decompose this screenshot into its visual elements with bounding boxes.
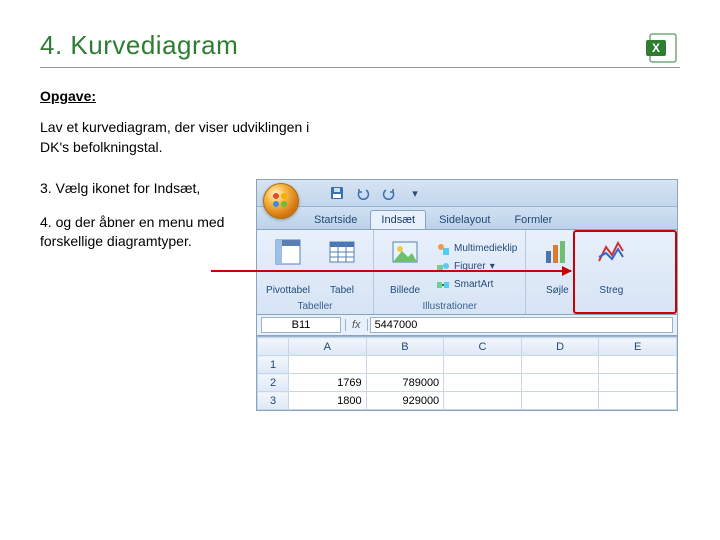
excel-logo-icon: X — [644, 30, 680, 66]
column-chart-label: Søjle — [546, 285, 569, 297]
step-3-text: 3. Vælg ikonet for Indsæt, — [40, 179, 240, 199]
undo-icon[interactable] — [355, 185, 371, 201]
line-chart-button[interactable]: Streg — [586, 234, 636, 299]
tab-insert[interactable]: Indsæt — [370, 210, 426, 229]
fx-label[interactable]: fx — [345, 319, 368, 331]
tab-formulas[interactable]: Formler — [503, 210, 563, 229]
quick-access-toolbar: ▾ — [257, 180, 677, 207]
tab-pagelayout[interactable]: Sidelayout — [428, 210, 501, 229]
row-header[interactable]: 2 — [258, 374, 289, 392]
cell[interactable] — [599, 392, 677, 410]
ribbon-tabs: Startside Indsæt Sidelayout Formler — [257, 207, 677, 230]
select-all-corner[interactable] — [258, 338, 289, 356]
col-header[interactable]: E — [599, 338, 677, 356]
line-chart-label: Streg — [599, 285, 623, 297]
save-icon[interactable] — [329, 185, 345, 201]
step-4-text: 4. og der åbner en menu med forskellige … — [40, 213, 240, 252]
smartart-button[interactable]: SmartArt — [434, 277, 519, 293]
cell[interactable] — [521, 356, 599, 374]
cell[interactable] — [366, 356, 444, 374]
cell[interactable] — [599, 356, 677, 374]
group-charts-label — [532, 299, 636, 312]
cell[interactable] — [444, 374, 522, 392]
table-button[interactable]: Tabel — [317, 234, 367, 299]
ribbon: Pivottabel Tabel Tabeller — [257, 230, 677, 315]
col-header[interactable]: B — [366, 338, 444, 356]
group-tables-label: Tabeller — [263, 299, 367, 312]
column-chart-icon — [541, 236, 573, 268]
svg-text:X: X — [652, 41, 660, 55]
pivottable-icon — [272, 236, 304, 268]
redo-icon[interactable] — [381, 185, 397, 201]
table-icon — [326, 236, 358, 268]
cell[interactable]: 1800 — [289, 392, 367, 410]
table-label: Tabel — [330, 285, 354, 297]
smartart-icon — [436, 278, 450, 292]
cell[interactable] — [599, 374, 677, 392]
excel-screenshot: ▾ Startside Indsæt Sidelayout Formler Pi… — [256, 179, 678, 411]
subheading: Opgave: — [40, 88, 680, 104]
qat-dropdown-icon[interactable]: ▾ — [407, 185, 423, 201]
line-chart-icon — [595, 236, 627, 268]
cell[interactable] — [289, 356, 367, 374]
cell[interactable]: 789000 — [366, 374, 444, 392]
formula-bar: B11 fx 5447000 — [257, 315, 677, 336]
clipart-icon — [436, 242, 450, 256]
cell[interactable]: 1769 — [289, 374, 367, 392]
smartart-label: SmartArt — [454, 279, 493, 290]
clipart-label: Multimedieklip — [454, 243, 517, 254]
col-header[interactable]: A — [289, 338, 367, 356]
formula-input[interactable]: 5447000 — [370, 317, 673, 333]
task-text: Lav et kurvediagram, der viser udvikling… — [40, 118, 340, 157]
row-header[interactable]: 1 — [258, 356, 289, 374]
shapes-button[interactable]: Figurer ▾ — [434, 259, 519, 275]
cell[interactable]: 929000 — [366, 392, 444, 410]
picture-label: Billede — [390, 285, 420, 297]
picture-button[interactable]: Billede — [380, 234, 430, 299]
cell[interactable] — [521, 392, 599, 410]
picture-icon — [389, 236, 421, 268]
row-header[interactable]: 3 — [258, 392, 289, 410]
callout-arrow — [211, 270, 571, 272]
cell[interactable] — [521, 374, 599, 392]
pivottable-button[interactable]: Pivottabel — [263, 234, 313, 299]
worksheet-grid[interactable]: A B C D E 1 2 — [257, 336, 677, 410]
col-header[interactable]: C — [444, 338, 522, 356]
cell[interactable] — [444, 392, 522, 410]
cell[interactable] — [444, 356, 522, 374]
pivottable-label: Pivottabel — [266, 285, 310, 297]
name-box[interactable]: B11 — [261, 317, 341, 333]
slide-title: 4. Kurvediagram — [40, 30, 680, 61]
group-illustrations-label: Illustrationer — [380, 299, 519, 312]
office-button[interactable] — [263, 183, 299, 219]
tab-home[interactable]: Startside — [303, 210, 368, 229]
title-divider — [40, 67, 680, 68]
clipart-button[interactable]: Multimedieklip — [434, 241, 519, 257]
column-chart-button[interactable]: Søjle — [532, 234, 582, 299]
col-header[interactable]: D — [521, 338, 599, 356]
